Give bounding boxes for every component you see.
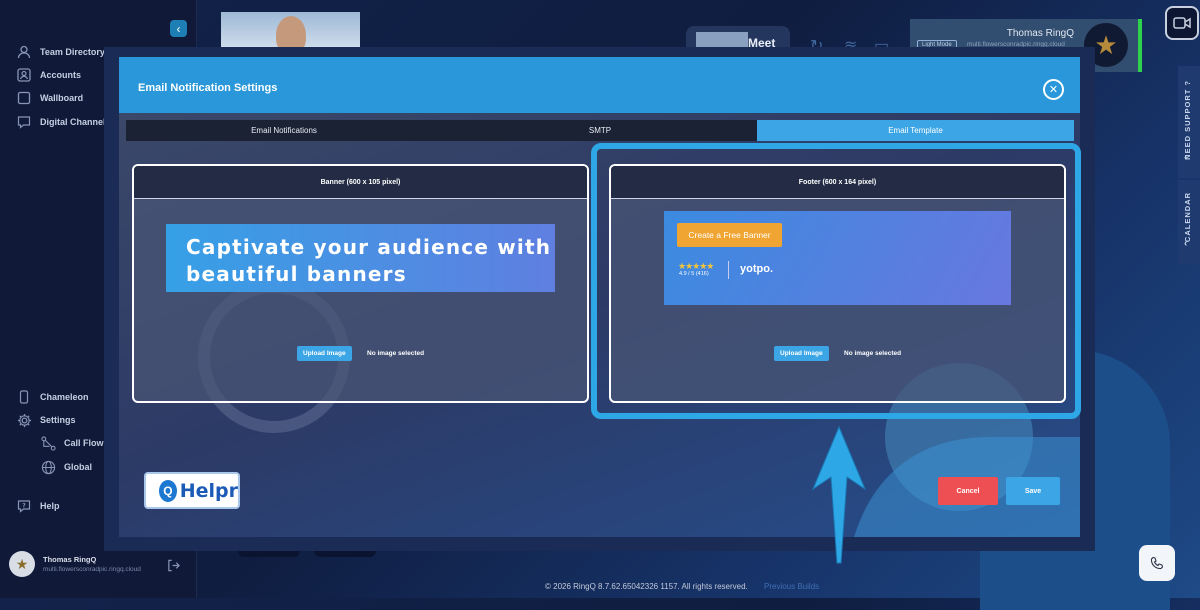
phone-icon (1150, 556, 1164, 570)
modal-header: Email Notification Settings ✕ (119, 57, 1080, 113)
sidebar-item-label: Settings (40, 415, 76, 425)
tab-email-notifications[interactable]: Email Notifications (126, 120, 442, 141)
previous-builds-link[interactable]: Previous Builds (764, 582, 819, 591)
sidebar-item-label: Team Directory (40, 47, 105, 57)
sidebar-item-settings[interactable]: Settings (16, 412, 76, 428)
calendar-label: CALENDAR (1183, 192, 1192, 243)
video-call-button[interactable] (1165, 6, 1199, 40)
chevron-left-icon: ‹ (1184, 238, 1189, 249)
sidebar-item-label: Chameleon (40, 392, 89, 402)
sidebar-item-label: Help (40, 501, 60, 511)
account-icon (16, 67, 32, 83)
need-support-tab[interactable]: NEED SUPPORT ? ‹ (1178, 66, 1200, 178)
helpr-logo-icon: Q (159, 479, 177, 502)
close-icon[interactable]: ✕ (1043, 79, 1064, 100)
tab-smtp[interactable]: SMTP (442, 120, 758, 141)
banner-preview-text: Captivate your audience with beautiful b… (186, 234, 551, 288)
svg-text:?: ? (22, 503, 26, 510)
user-profile[interactable]: ★ Thomas RingQ multi.flowersconradpic.ri… (9, 551, 141, 577)
avatar: ★ (9, 551, 35, 577)
phone-device-icon (16, 389, 32, 405)
user-name: Thomas RingQ (43, 555, 97, 564)
sidebar-item-label: Global (64, 462, 93, 472)
collapse-sidebar-button[interactable]: ‹ (170, 20, 187, 37)
square-icon (16, 90, 32, 106)
globe-icon (40, 459, 56, 475)
flow-icon (40, 435, 56, 451)
banner-line-2: beautiful banners (186, 262, 407, 286)
banner-file-status: No image selected (367, 350, 425, 357)
modal-title: Email Notification Settings (138, 82, 278, 94)
profile-name: Thomas RingQ (1006, 28, 1074, 39)
chevron-left-icon: ‹ (1184, 152, 1189, 163)
up-arrow-annotation (811, 425, 867, 564)
logout-icon[interactable] (167, 559, 180, 575)
sidebar-item-label: Accounts (40, 70, 82, 80)
star-icon: ★ (15, 555, 29, 572)
tab-email-template[interactable]: Email Template (757, 120, 1074, 141)
settings-tabs: Email Notifications SMTP Email Template (126, 120, 1074, 141)
sidebar-item-wallboard[interactable]: Wallboard (16, 90, 83, 106)
helpr-widget[interactable]: Q Helpr (144, 472, 240, 509)
sidebar-item-team-directory[interactable]: Team Directory (16, 44, 105, 60)
help-icon: ? (16, 498, 32, 514)
gear-icon (16, 412, 32, 428)
sidebar-item-global[interactable]: Global (40, 459, 92, 475)
sidebar-item-digital-channels[interactable]: Digital Channels (16, 114, 111, 130)
calendar-tab[interactable]: CALENDAR ‹ (1178, 180, 1200, 264)
copyright-text: © 2026 RingQ 8.7.62.65042326 1157. All r… (545, 582, 748, 591)
sidebar-item-label: Digital Channels (40, 117, 111, 127)
helpr-label: Helpr (179, 479, 238, 502)
sidebar-item-call-flow[interactable]: Call Flow (40, 435, 104, 451)
need-support-label: NEED SUPPORT ? (1183, 80, 1192, 160)
sidebar-item-chameleon[interactable]: Chameleon (16, 389, 89, 405)
user-domain: multi.flowersconradpic.ringq.cloud (43, 566, 141, 573)
sidebar-item-help[interactable]: ? Help (16, 498, 60, 514)
video-camera-icon (1173, 17, 1191, 29)
sidebar-item-label: Call Flow (64, 438, 104, 448)
save-button[interactable]: Save (1006, 477, 1060, 505)
banner-line-1: Captivate your audience with (186, 235, 552, 259)
highlight-box (591, 143, 1081, 419)
dialer-button[interactable] (1139, 545, 1175, 581)
cancel-button[interactable]: Cancel (938, 477, 998, 505)
person-icon (16, 44, 32, 60)
star-icon: ★ (1094, 29, 1118, 60)
banner-preview: Captivate your audience with beautiful b… (166, 224, 555, 292)
banner-panel-title: Banner (600 x 105 pixel) (134, 166, 587, 199)
banner-upload-button[interactable]: Upload Image (297, 346, 352, 361)
sidebar-item-label: Wallboard (40, 93, 84, 103)
sidebar-item-accounts[interactable]: Accounts (16, 67, 81, 83)
banner-panel: Banner (600 x 105 pixel) Captivate your … (132, 164, 589, 403)
chat-icon (16, 114, 32, 130)
